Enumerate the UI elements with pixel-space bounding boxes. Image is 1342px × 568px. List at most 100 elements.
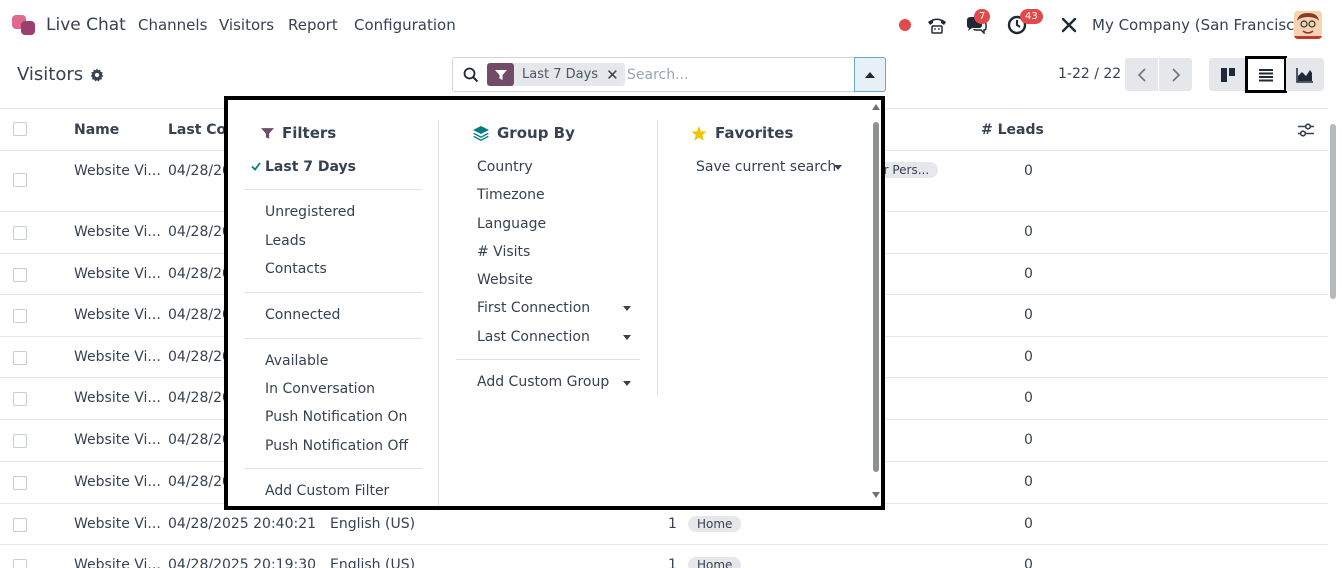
- filter-last-7-days[interactable]: Last 7 Days: [265, 159, 356, 175]
- page-tag: Home: [688, 516, 742, 532]
- group-timezone[interactable]: Timezone: [477, 187, 545, 203]
- filter-push-off[interactable]: Push Notification Off: [265, 438, 408, 454]
- cell-name: Website Vi...: [74, 349, 161, 365]
- cell-leads: 0: [1024, 474, 1033, 490]
- pager-value[interactable]: 1-22 / 22: [1058, 66, 1121, 82]
- menu-visitors[interactable]: Visitors: [219, 16, 274, 34]
- check-icon: [251, 162, 261, 171]
- search-input[interactable]: [627, 64, 847, 86]
- filter-connected[interactable]: Connected: [265, 307, 340, 323]
- scroll-up-icon[interactable]: [872, 104, 880, 110]
- cell-last-connection: 04/28/20: [168, 349, 231, 365]
- row-checkbox[interactable]: [13, 392, 27, 406]
- pager-next-button[interactable]: [1159, 58, 1192, 91]
- divider: [244, 468, 422, 469]
- table-row[interactable]: Website Vi... 04/28/2025 20:40:21 English …: [0, 504, 1328, 545]
- graph-view-button[interactable]: [1286, 58, 1324, 91]
- cell-name: Website Vi...: [74, 163, 161, 179]
- app-logo[interactable]: [11, 12, 37, 38]
- add-custom-group[interactable]: Add Custom Group: [477, 374, 609, 390]
- group-last-connection[interactable]: Last Connection: [477, 329, 590, 345]
- select-all-checkbox[interactable]: [13, 122, 27, 136]
- cell-leads: 0: [1024, 432, 1033, 448]
- record-dot-icon[interactable]: [897, 11, 913, 39]
- row-checkbox[interactable]: [13, 559, 27, 568]
- caret-down-icon[interactable]: [834, 165, 842, 170]
- page-scrollbar-thumb[interactable]: [1330, 124, 1336, 299]
- avatar[interactable]: [1294, 11, 1322, 39]
- search-panel-toggle[interactable]: [854, 57, 886, 92]
- row-checkbox[interactable]: [13, 268, 27, 282]
- close-icon[interactable]: ✕: [606, 66, 625, 84]
- cell-last-connection: 04/28/20: [168, 474, 231, 490]
- row-checkbox[interactable]: [13, 173, 27, 187]
- row-checkbox[interactable]: [13, 351, 27, 365]
- tools-icon[interactable]: [1058, 11, 1080, 39]
- group-by-title: Group By: [473, 124, 575, 142]
- cell-language: English (US): [330, 557, 416, 568]
- filter-available[interactable]: Available: [265, 353, 328, 369]
- cell-last-connection: 04/28/20: [168, 224, 231, 240]
- group-website[interactable]: Website: [477, 272, 533, 288]
- list-view-icon: [1259, 68, 1273, 81]
- add-custom-filter[interactable]: Add Custom Filter: [265, 483, 389, 499]
- row-checkbox[interactable]: [13, 309, 27, 323]
- cell-leads: 0: [1024, 307, 1033, 323]
- activity-badge: 43: [1020, 9, 1043, 24]
- group-visits[interactable]: # Visits: [477, 244, 530, 260]
- row-checkbox[interactable]: [13, 476, 27, 490]
- column-settings-icon[interactable]: [1298, 123, 1314, 137]
- cell-name: Website Vi...: [74, 390, 161, 406]
- divider: [456, 359, 640, 360]
- filter-unregistered[interactable]: Unregistered: [265, 204, 355, 220]
- filter-push-on[interactable]: Push Notification On: [265, 409, 407, 425]
- column-leads[interactable]: # Leads: [981, 122, 1044, 138]
- column-divider: [657, 120, 658, 396]
- list-view-button[interactable]: [1245, 56, 1287, 93]
- caret-down-icon[interactable]: [623, 335, 631, 340]
- caret-down-icon[interactable]: [623, 306, 631, 311]
- menu-report[interactable]: Report: [288, 16, 338, 34]
- search-facet: Last 7 Days ✕: [487, 63, 625, 86]
- column-divider: [438, 120, 439, 506]
- filter-in-conversation[interactable]: In Conversation: [265, 381, 375, 397]
- menu-configuration[interactable]: Configuration: [354, 16, 456, 34]
- menu-channels[interactable]: Channels: [138, 16, 207, 34]
- row-checkbox[interactable]: [13, 226, 27, 240]
- caret-down-icon[interactable]: [623, 381, 631, 386]
- app-name[interactable]: Live Chat: [46, 15, 126, 35]
- filter-icon: [261, 127, 274, 139]
- pager-previous-button[interactable]: [1125, 58, 1158, 91]
- clock-icon[interactable]: 43: [1006, 9, 1043, 39]
- cell-leads: 0: [1024, 163, 1033, 179]
- group-country[interactable]: Country: [477, 159, 533, 175]
- kanban-view-button[interactable]: [1209, 58, 1247, 91]
- cell-leads: 0: [1024, 224, 1033, 240]
- kanban-view-icon: [1221, 67, 1235, 82]
- group-language[interactable]: Language: [477, 216, 546, 232]
- cell-name: Website Vi...: [74, 224, 161, 240]
- table-row[interactable]: Website Vi... 04/28/2025 20:19:30 English …: [0, 545, 1328, 568]
- chat-icon[interactable]: 7: [961, 9, 991, 39]
- gear-icon[interactable]: [90, 67, 104, 82]
- divider: [244, 189, 422, 190]
- cell-leads: 0: [1024, 516, 1033, 532]
- search-icon[interactable]: [463, 67, 479, 83]
- phone-icon[interactable]: [924, 11, 950, 39]
- breadcrumb: Visitors: [17, 64, 104, 85]
- scroll-down-icon[interactable]: [872, 492, 880, 498]
- cell-last-connection: 04/28/20: [168, 266, 231, 282]
- filter-leads[interactable]: Leads: [265, 233, 306, 249]
- save-current-search[interactable]: Save current search: [696, 159, 836, 175]
- row-checkbox[interactable]: [13, 434, 27, 448]
- filter-contacts[interactable]: Contacts: [265, 261, 327, 277]
- group-first-connection[interactable]: First Connection: [477, 300, 590, 316]
- cell-name: Website Vi...: [74, 516, 161, 532]
- page-tag: Home: [688, 557, 742, 568]
- graph-view-icon: [1296, 67, 1313, 83]
- dropdown-scrollbar-thumb[interactable]: [873, 122, 879, 472]
- cell-name: Website Vi...: [74, 557, 161, 568]
- column-name[interactable]: Name: [74, 122, 119, 138]
- row-checkbox[interactable]: [13, 518, 27, 532]
- company-switcher[interactable]: My Company (San Francisco): [1092, 16, 1309, 34]
